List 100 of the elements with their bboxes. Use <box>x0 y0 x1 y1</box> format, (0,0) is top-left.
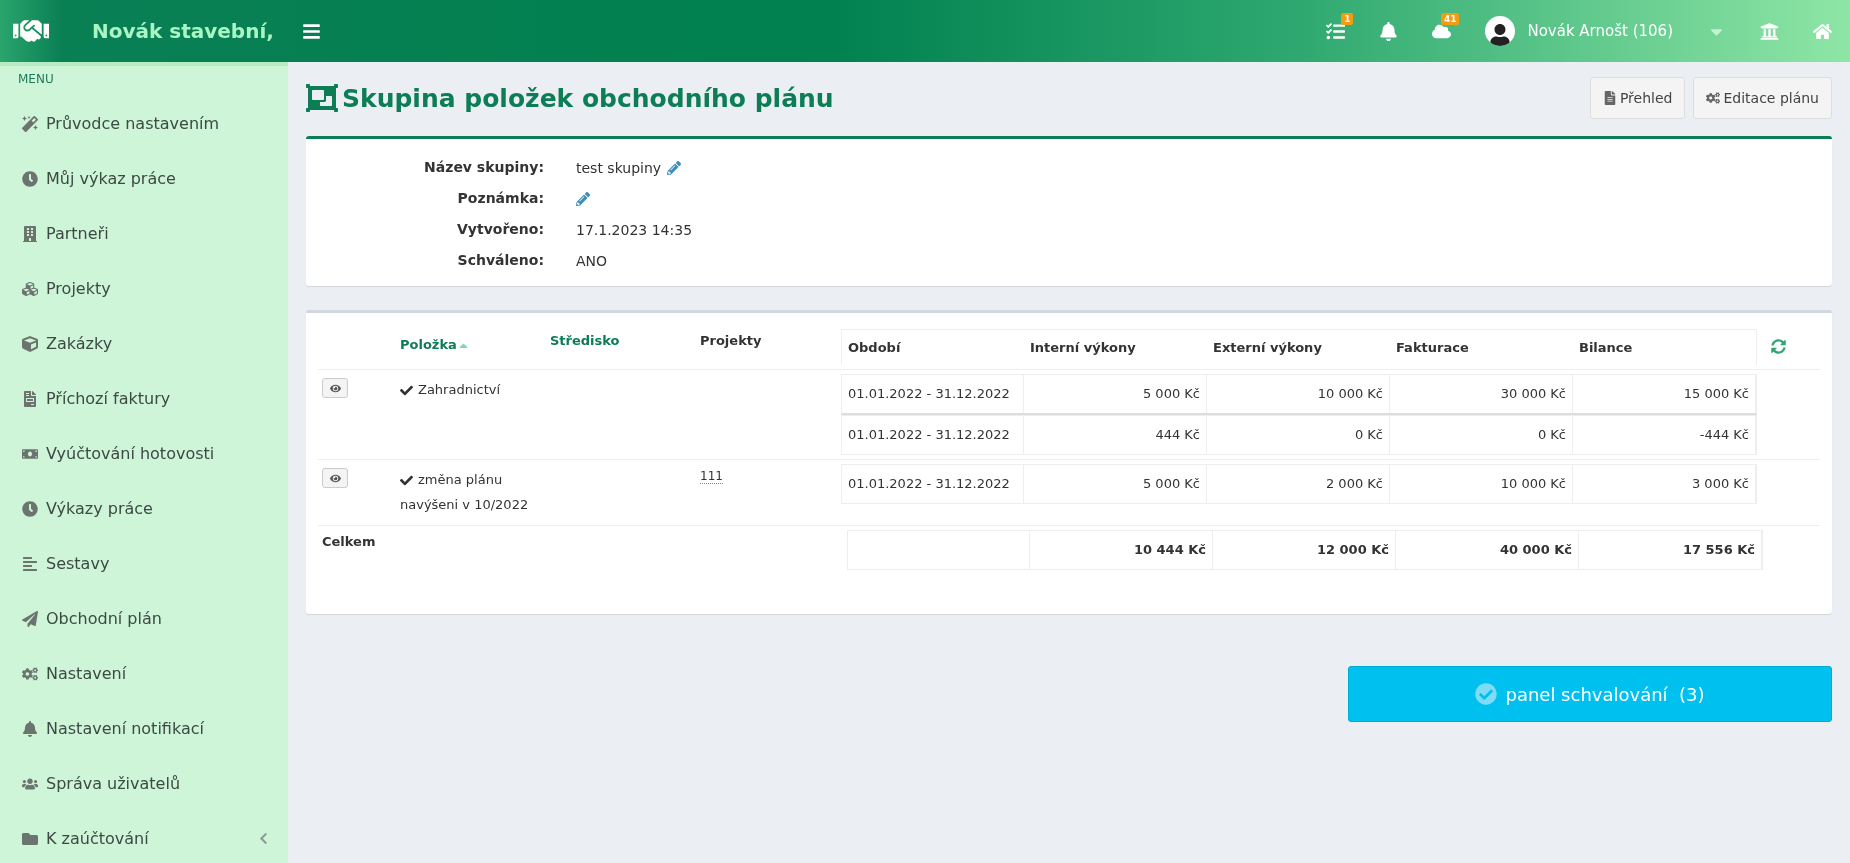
toolbar-button[interactable]: Editace plánu <box>1693 77 1832 119</box>
tasks-icon[interactable] <box>1326 21 1346 41</box>
column-header: Externí výkony <box>1212 339 1323 357</box>
bank-icon[interactable] <box>1760 21 1779 41</box>
menu-item-icon <box>22 555 40 572</box>
brand-name: Novák stavební, <box>92 18 274 44</box>
project-code: 111 <box>700 469 723 484</box>
total-cell: 12 000 Kč <box>1213 531 1396 570</box>
eye-icon <box>329 382 341 394</box>
avatar-icon[interactable] <box>1485 16 1516 46</box>
menu-heading: MENU <box>17 72 55 88</box>
gears-icon <box>1706 91 1721 105</box>
menu-item-icon <box>22 830 40 847</box>
table-cell: 15 000 Kč <box>1573 375 1756 413</box>
sidebar-item[interactable]: Zakázky <box>0 316 288 371</box>
view-button[interactable] <box>322 378 348 398</box>
menu-item-icon <box>22 500 40 517</box>
detail-label: Vytvořeno: <box>456 221 544 239</box>
sidebar-item-label: Můj výkaz práce <box>46 169 176 188</box>
table-cell: 01.01.2022 - 31.12.2022 <box>842 375 1024 413</box>
sidebar-item[interactable]: Nastavení notifikací <box>0 701 288 756</box>
item-name: Zahradnictví <box>418 382 501 397</box>
detail-label: Schváleno: <box>456 252 544 270</box>
table-cell: 5 000 Kč <box>1024 375 1207 413</box>
document-icon <box>1602 91 1617 105</box>
table-cell: 2 000 Kč <box>1207 465 1390 503</box>
sidebar-item[interactable]: Obchodní plán <box>0 591 288 646</box>
total-cell: 10 444 Kč <box>1030 531 1213 570</box>
column-header[interactable]: Středisko <box>550 333 620 348</box>
object-group-icon <box>306 82 338 114</box>
table-cell: 5 000 Kč <box>1024 465 1207 503</box>
sidebar-item[interactable]: Projekty <box>0 261 288 316</box>
sidebar-item[interactable]: Správa uživatelů <box>0 756 288 811</box>
sidebar-item-label: Obchodní plán <box>46 609 162 628</box>
detail-value: 17.1.2023 14:35 <box>576 222 693 238</box>
menu-item-icon <box>22 665 40 682</box>
sidebar-item-label: K zaúčtování <box>46 829 149 848</box>
sidebar-item[interactable]: K zaúčtování <box>0 811 288 863</box>
pencil-icon[interactable] <box>667 161 682 175</box>
sidebar-item-label: Výkazy práce <box>46 499 153 518</box>
column-header: Bilance <box>1578 339 1634 357</box>
tasks-badge: 1 <box>1341 12 1354 25</box>
column-header: Projekty <box>700 333 762 348</box>
column-header: Období <box>847 339 902 357</box>
sidebar-item-label: Sestavy <box>46 554 110 573</box>
menu-item-icon <box>22 280 40 297</box>
table-cell: 01.01.2022 - 31.12.2022 <box>842 465 1024 503</box>
sidebar-item[interactable]: Sestavy <box>0 536 288 591</box>
column-header: Interní výkony <box>1029 339 1137 357</box>
table-cell: 3 000 Kč <box>1573 465 1756 503</box>
sidebar-item[interactable]: Výkazy práce <box>0 481 288 536</box>
total-cell: 17 556 Kč <box>1579 531 1762 570</box>
column-header: Fakturace <box>1395 339 1470 357</box>
menu-item-icon <box>22 115 40 132</box>
table-cell: 01.01.2022 - 31.12.2022 <box>842 416 1024 454</box>
menu-item-icon <box>22 170 40 187</box>
menu-item-icon <box>22 335 40 352</box>
chevron-icon[interactable] <box>257 832 270 845</box>
table-cell: 10 000 Kč <box>1207 375 1390 413</box>
table-cell: 0 Kč <box>1207 416 1390 454</box>
total-label: Celkem <box>322 534 376 550</box>
menu-icon[interactable] <box>301 21 321 41</box>
sidebar-item-label: Projekty <box>46 279 111 298</box>
view-button[interactable] <box>322 468 348 488</box>
table-cell: 0 Kč <box>1390 416 1573 454</box>
bell-icon[interactable] <box>1379 21 1399 41</box>
item-name: změna plánu navýšeni v 10/2022 <box>400 472 529 512</box>
table-cell: 444 Kč <box>1024 416 1207 454</box>
sidebar-item[interactable]: Vyúčtování hotovosti <box>0 426 288 481</box>
sidebar-item-label: Příchozí faktury <box>46 389 171 408</box>
sidebar-item[interactable]: Průvodce nastavením <box>0 96 288 151</box>
sidebar-item[interactable]: Příchozí faktury <box>0 371 288 426</box>
pencil-icon[interactable] <box>576 192 590 206</box>
sidebar-item-label: Správa uživatelů <box>46 774 180 793</box>
sidebar-item-label: Nastavení <box>46 664 127 683</box>
sidebar-item-label: Vyúčtování hotovosti <box>46 444 215 463</box>
sidebar-item-label: Zakázky <box>46 334 113 353</box>
detail-value: ANO <box>576 253 608 269</box>
column-header[interactable]: Položka <box>400 333 470 358</box>
detail-label: Název skupiny: <box>423 159 544 177</box>
menu-item-icon <box>22 720 40 737</box>
sidebar-item-label: Průvodce nastavením <box>46 114 220 133</box>
menu-item-icon <box>22 610 40 627</box>
eye-icon <box>329 472 341 484</box>
sidebar-item[interactable]: Partneři <box>0 206 288 261</box>
page-title: Skupina položek obchodního plánu <box>342 83 834 113</box>
menu-item-icon <box>22 225 40 242</box>
table-cell: 30 000 Kč <box>1390 375 1573 413</box>
home-icon[interactable] <box>1813 21 1832 41</box>
sidebar-item[interactable]: Můj výkaz práce <box>0 151 288 206</box>
sidebar-item[interactable]: Nastavení <box>0 646 288 701</box>
toolbar-button[interactable]: Přehled <box>1589 77 1686 119</box>
sidebar-item-label: Nastavení notifikací <box>46 719 204 738</box>
sidebar-item-label: Partneři <box>46 224 109 243</box>
cloud-badge: 41 <box>1440 12 1460 25</box>
table-cell: -444 Kč <box>1573 416 1756 454</box>
total-cell: 40 000 Kč <box>1396 531 1579 570</box>
detail-label: Poznámka: <box>456 190 544 208</box>
table-cell: 10 000 Kč <box>1390 465 1573 503</box>
detail-value: test skupiny <box>576 160 662 176</box>
